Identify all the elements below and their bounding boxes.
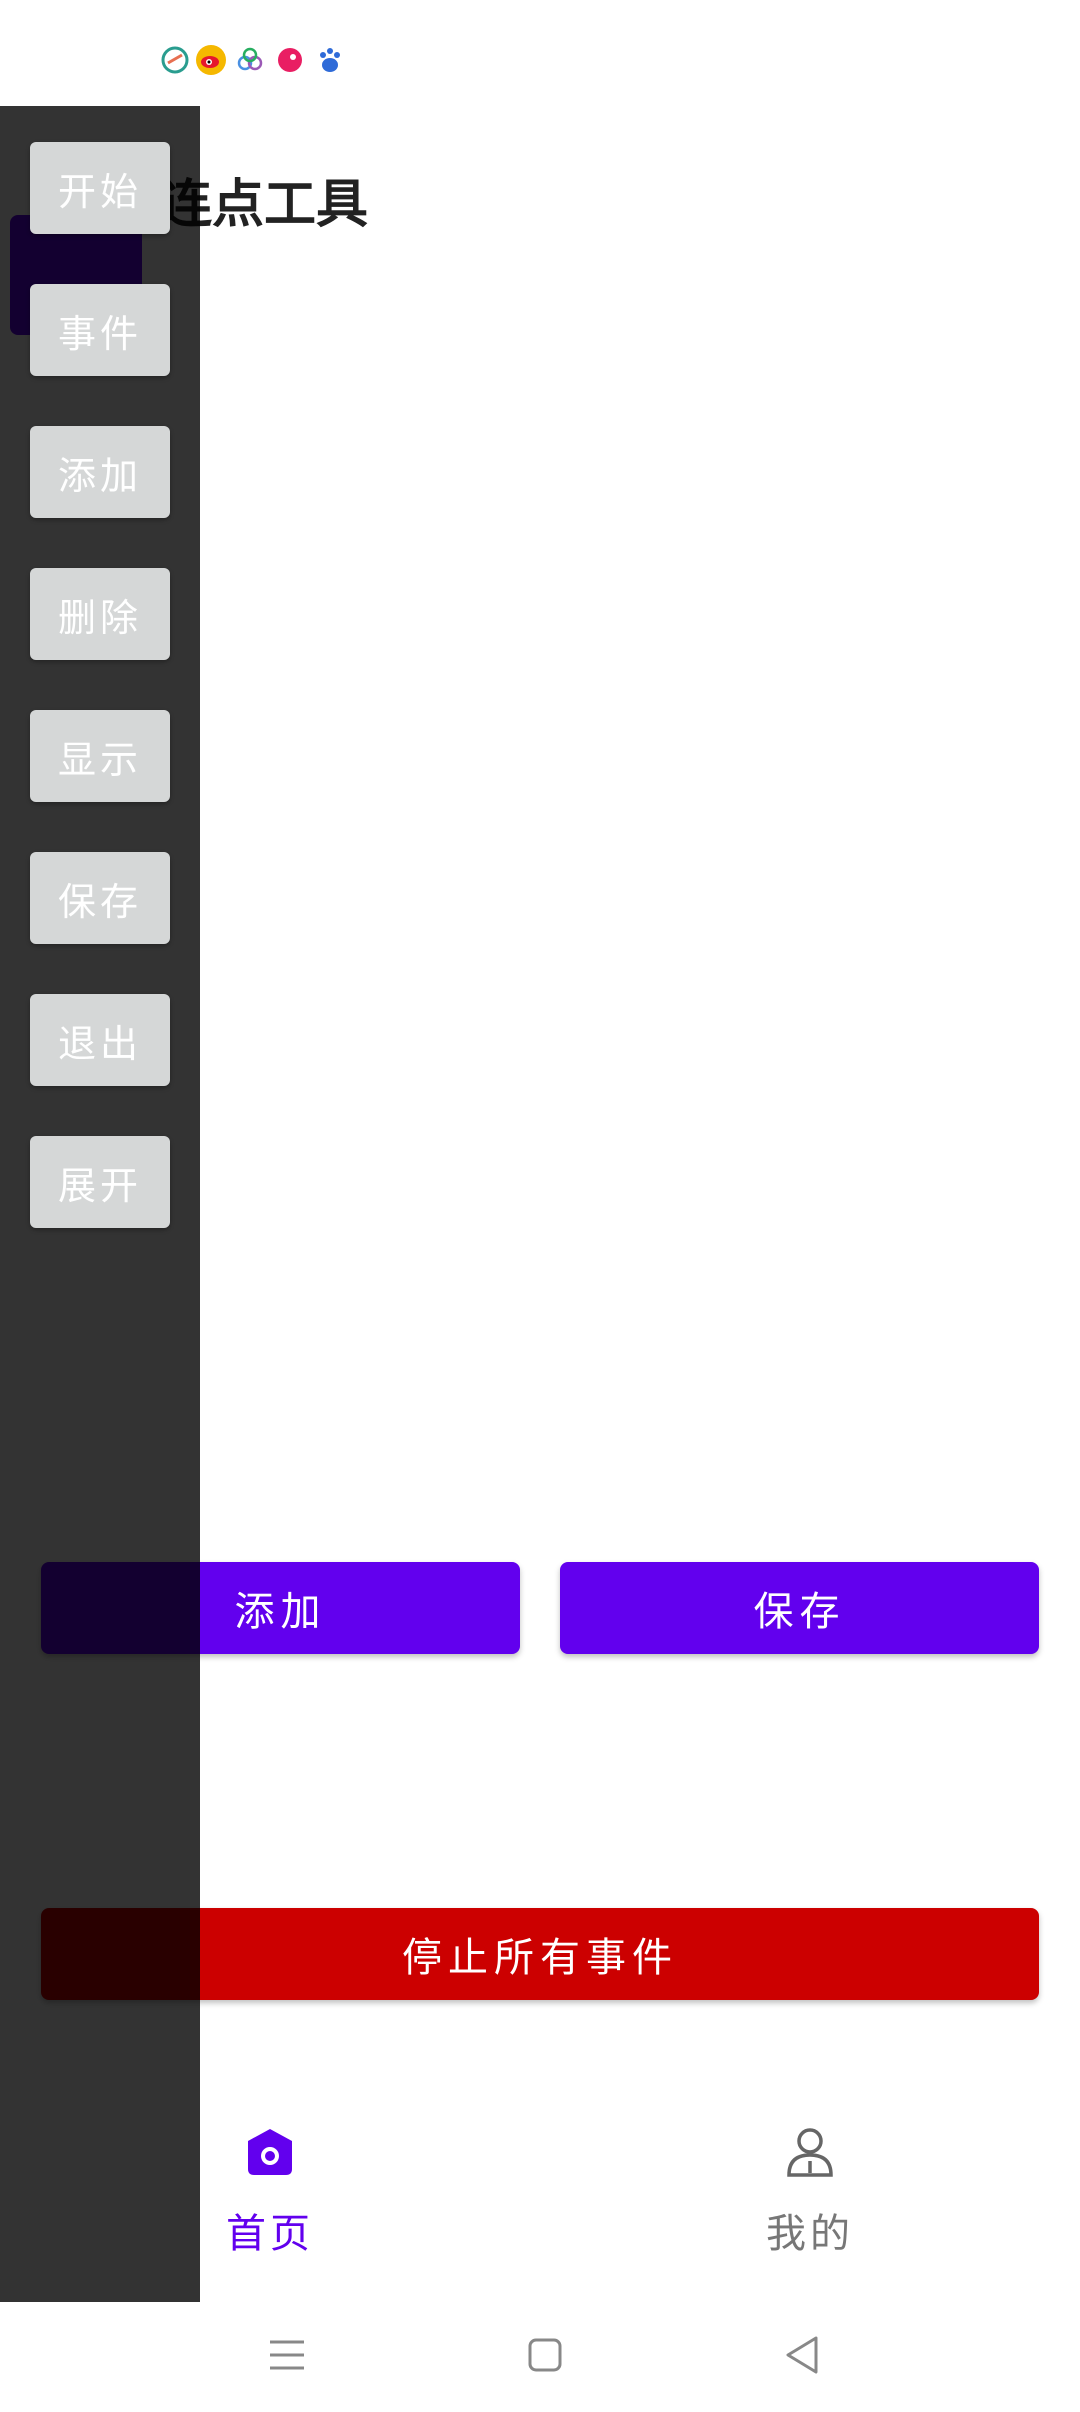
person-icon	[787, 2128, 833, 2177]
nav-mine-label: 我的	[766, 2211, 854, 2257]
overlay-show-button[interactable]: 显示	[30, 710, 170, 802]
overlay-delete-button[interactable]: 删除	[30, 568, 170, 660]
floating-control-panel: 开始 事件 添加 删除 显示 保存 退出 展开	[0, 106, 200, 2302]
weibo-icon	[196, 45, 226, 75]
overlay-add-button[interactable]: 添加	[30, 426, 170, 518]
overlay-expand-button[interactable]: 展开	[30, 1136, 170, 1228]
status-bar	[0, 0, 1080, 105]
system-navigation-bar	[0, 2300, 1080, 2412]
back-triangle-icon[interactable]	[778, 2330, 828, 2380]
network-app-icon	[160, 45, 190, 75]
home-square-icon[interactable]	[520, 2330, 570, 2380]
baidu-paw-icon	[315, 45, 345, 75]
overlay-exit-button[interactable]: 退出	[30, 994, 170, 1086]
nav-item-mine[interactable]: 我的	[660, 2125, 960, 2285]
overlay-start-button[interactable]: 开始	[30, 142, 170, 234]
recent-apps-icon[interactable]	[262, 2330, 312, 2380]
overlay-event-button[interactable]: 事件	[30, 284, 170, 376]
cloud-app-icon	[235, 45, 265, 75]
red-bird-app-icon	[275, 45, 305, 75]
save-button[interactable]: 保存	[560, 1562, 1039, 1654]
overlay-save-button[interactable]: 保存	[30, 852, 170, 944]
home-icon	[248, 2129, 292, 2175]
